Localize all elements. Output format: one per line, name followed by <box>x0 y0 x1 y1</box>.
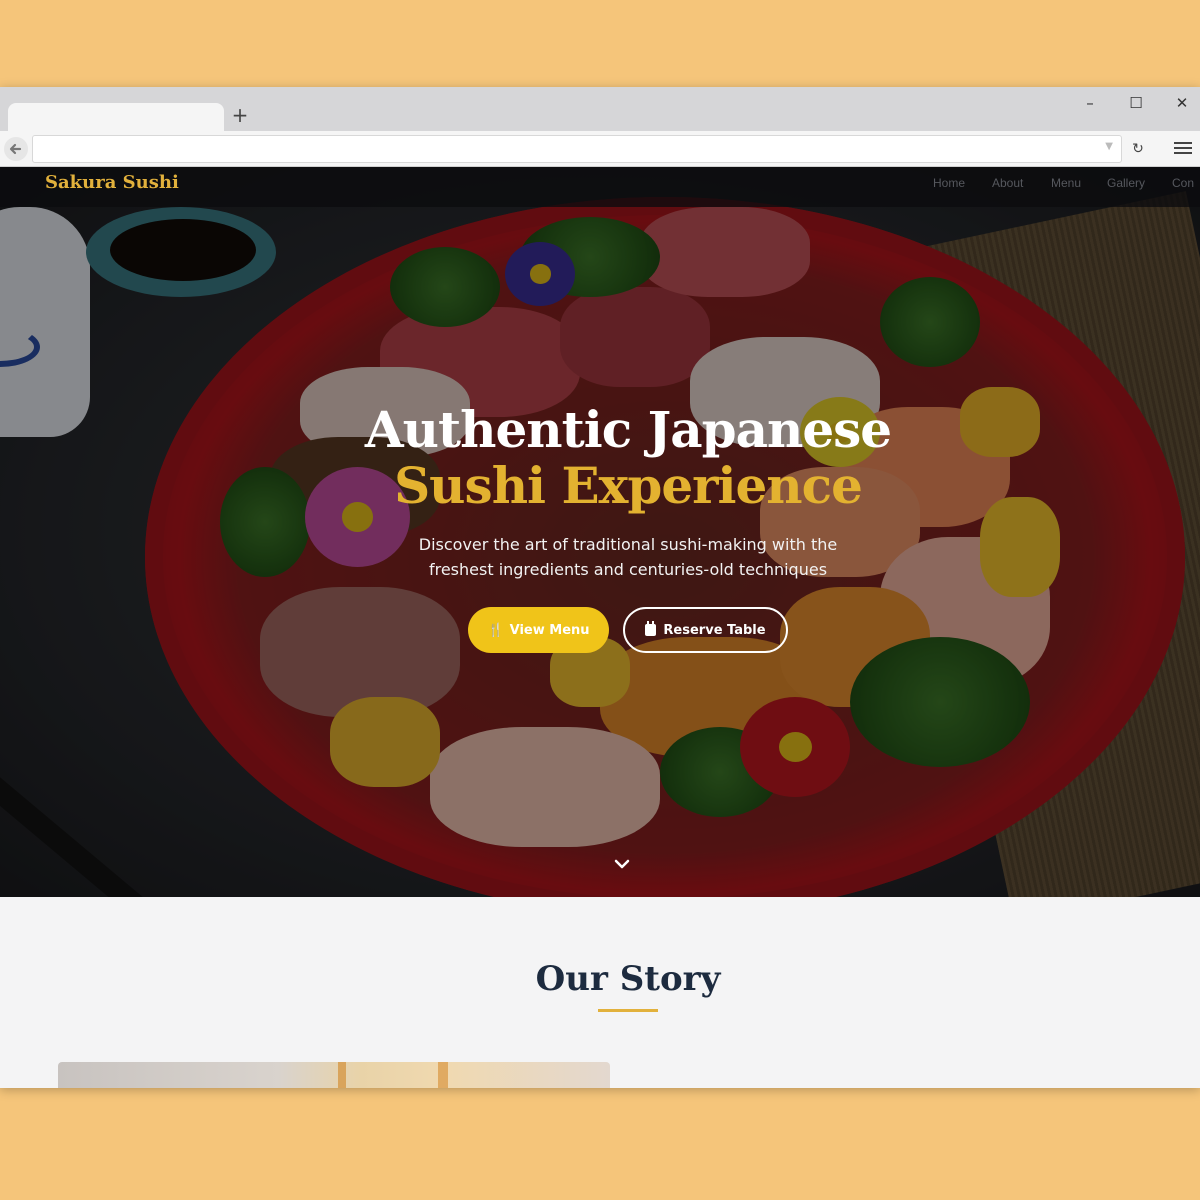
hero-title-line1: Authentic Japanese <box>364 400 892 459</box>
new-tab-button[interactable]: + <box>230 105 250 125</box>
story-image <box>58 1062 610 1088</box>
hero-section: Sakura Sushi Home About Menu Gallery Con… <box>0 167 1200 897</box>
close-button[interactable]: ✕ <box>1172 93 1192 113</box>
nav-link-contact[interactable]: Con <box>1172 175 1194 191</box>
hero-subtitle-line2: freshest ingredients and centuries-old t… <box>428 560 828 579</box>
nav-link-about[interactable]: About <box>992 175 1023 191</box>
hero-title: Authentic Japanese Sushi Experience <box>0 402 1200 514</box>
calendar-icon <box>645 621 657 636</box>
hero-buttons: 🍴 View Menu Reserve Table <box>468 607 798 655</box>
view-menu-button[interactable]: 🍴 View Menu <box>468 607 609 653</box>
site-navbar: Sakura Sushi Home About Menu Gallery Con <box>0 167 1200 207</box>
nav-link-gallery[interactable]: Gallery <box>1107 175 1145 191</box>
browser-tab[interactable] <box>8 103 224 133</box>
reserve-table-button[interactable]: Reserve Table <box>623 607 788 653</box>
hero-title-line2: Sushi Experience <box>394 456 863 515</box>
web-page: Sakura Sushi Home About Menu Gallery Con… <box>0 167 1200 1088</box>
hero-subtitle: Discover the art of traditional sushi-ma… <box>0 532 1200 582</box>
back-arrow-icon-svg <box>9 143 22 155</box>
back-arrow-icon[interactable] <box>4 137 28 161</box>
browser-toolbar: ▼ ↻ <box>0 131 1200 167</box>
heading-underline <box>598 1009 658 1012</box>
reserve-table-label: Reserve Table <box>663 622 766 638</box>
maximize-button[interactable]: ☐ <box>1126 93 1146 113</box>
hero-subtitle-line1: Discover the art of traditional sushi-ma… <box>418 535 838 554</box>
our-story-heading: Our Story <box>535 959 721 999</box>
address-dropdown-icon[interactable]: ▼ <box>1105 141 1113 152</box>
minimize-button[interactable]: – <box>1080 93 1100 113</box>
hero-content: Authentic Japanese Sushi Experience Disc… <box>0 402 1200 582</box>
tab-bar: + – ☐ ✕ <box>0 87 1200 133</box>
hamburger-menu-icon[interactable] <box>1172 139 1194 159</box>
browser-window: + – ☐ ✕ ▼ ↻ Sakura Sushi Home About Menu… <box>0 87 1200 1088</box>
brand-logo[interactable]: Sakura Sushi <box>45 171 179 195</box>
view-menu-label: View Menu <box>509 622 590 638</box>
nav-link-menu[interactable]: Menu <box>1051 175 1081 191</box>
chevron-down-icon[interactable] <box>613 855 631 873</box>
address-bar[interactable]: ▼ <box>32 135 1122 163</box>
reload-icon[interactable]: ↻ <box>1128 139 1148 159</box>
fork-knife-icon: 🍴 <box>487 622 504 638</box>
nav-link-home[interactable]: Home <box>933 175 965 191</box>
